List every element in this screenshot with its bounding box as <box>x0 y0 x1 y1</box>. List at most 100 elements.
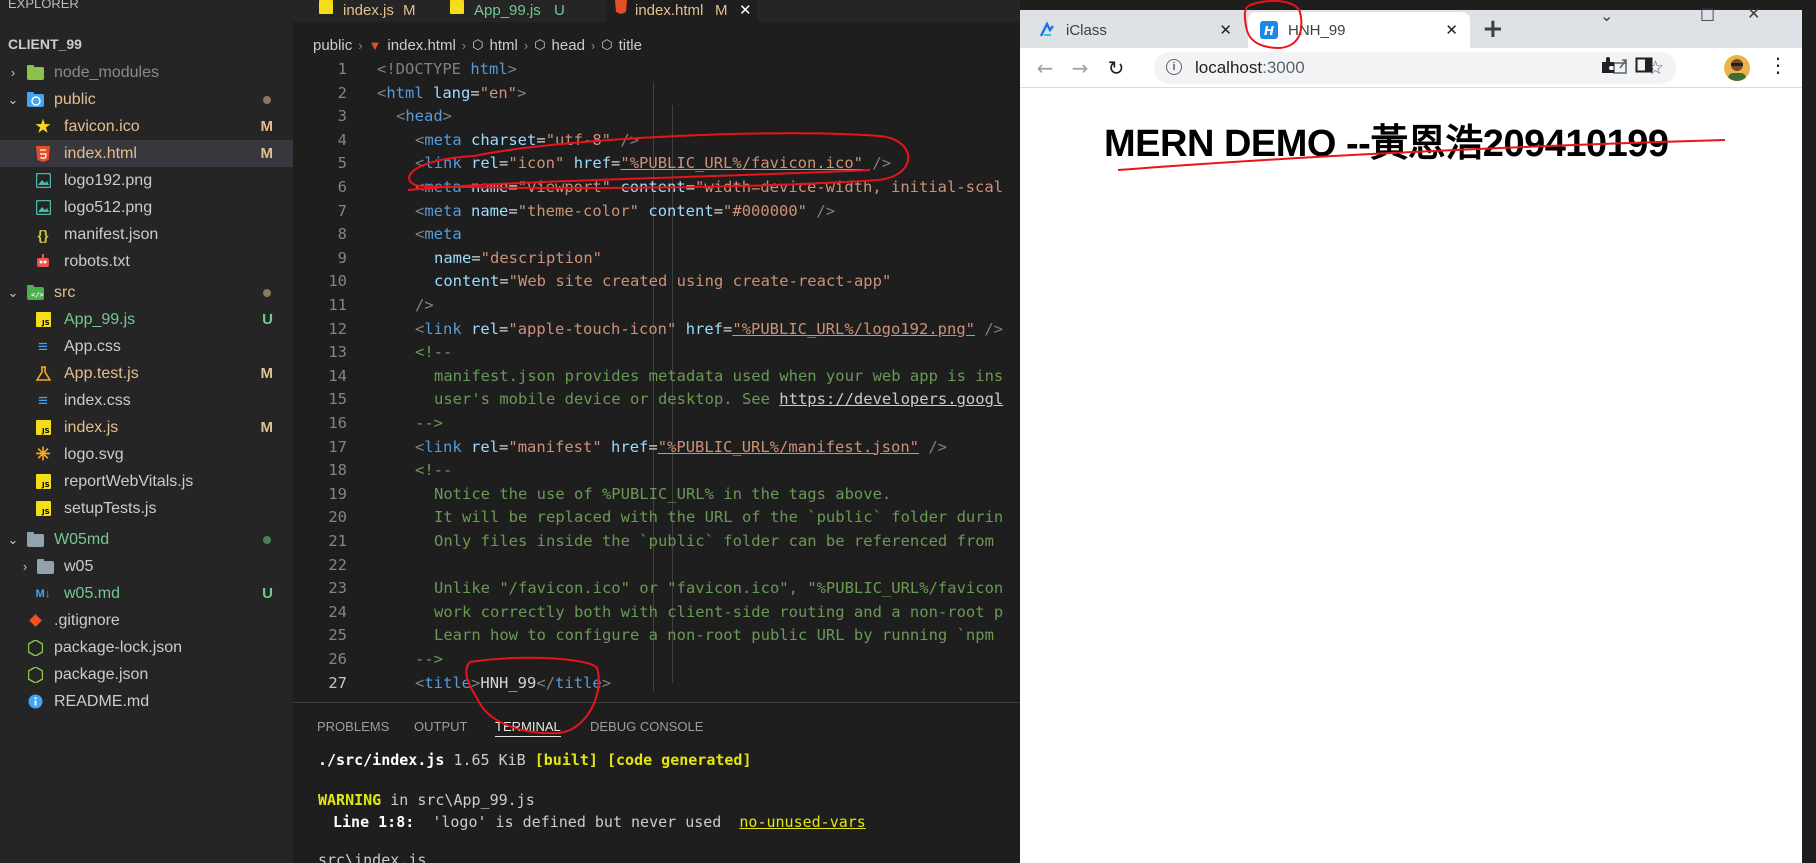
tree-folder-public[interactable]: ⌄ public <box>0 86 293 113</box>
code-token: <!-- <box>415 343 453 362</box>
address-url: localhost:3000 <box>1195 58 1305 78</box>
tree-item-label: .gitignore <box>54 611 120 629</box>
tree-file-index-js[interactable]: JS index.js M <box>0 414 293 441</box>
breadcrumb-item[interactable]: index.html <box>387 37 455 54</box>
breadcrumb-item[interactable]: title <box>619 37 642 54</box>
tree-file-index-html[interactable]: index.html M <box>0 140 293 167</box>
breadcrumb-item[interactable]: public <box>313 37 352 54</box>
tree-file-logo512[interactable]: logo512.png <box>0 194 293 221</box>
tree-folder-node-modules[interactable]: › node_modules <box>0 59 293 86</box>
side-panel-icon[interactable] <box>1635 56 1653 79</box>
new-tab-plus-icon[interactable]: + <box>1482 14 1504 44</box>
code-token: content <box>434 272 500 291</box>
terminal-token: WARNING <box>318 791 382 809</box>
code-line: 2 <html lang="en"> <box>293 82 1020 106</box>
tree-file-robots[interactable]: robots.txt <box>0 248 293 275</box>
close-icon[interactable]: ✕ <box>1219 21 1232 39</box>
tree-file-report-web-vitals[interactable]: JS reportWebVitals.js <box>0 468 293 495</box>
code-link[interactable]: https://developers.googl <box>779 390 1003 408</box>
git-badge: U <box>262 585 273 602</box>
tree-file-logo-svg[interactable]: ✳ logo.svg <box>0 441 293 468</box>
editor-tab-index-js[interactable]: index.js M <box>303 0 433 22</box>
breadcrumb-item[interactable]: head <box>552 37 585 54</box>
tree-item-label: public <box>54 90 96 108</box>
js-file-icon: JS <box>34 311 52 329</box>
forward-arrow-icon[interactable]: → <box>1068 56 1092 80</box>
editor-tab-app99[interactable]: App_99.js U <box>434 0 574 22</box>
code-editor[interactable]: 1 <!DOCTYPE html> 2 <html lang="en"> 3 <hea… <box>293 58 1020 698</box>
tree-folder-src[interactable]: ⌄ </> src <box>0 279 293 306</box>
js-file-icon: JS <box>34 419 52 437</box>
panel-tab-output[interactable]: OUTPUT <box>414 719 467 734</box>
address-bar[interactable]: i localhost:3000 ☆ <box>1154 52 1676 84</box>
tree-file-gitignore[interactable]: .gitignore <box>0 607 293 634</box>
close-window-icon[interactable]: ✕ <box>1747 4 1760 23</box>
tree-file-w05-md[interactable]: M↓ w05.md U <box>0 580 293 607</box>
code-line: 11 /> <box>293 294 1020 318</box>
kebab-menu-icon[interactable]: ⋮ <box>1768 53 1788 77</box>
chevron-down-icon[interactable]: ⌄ <box>1600 6 1613 25</box>
code-token: /> <box>975 319 1003 338</box>
browser-tab-iclass[interactable]: iClass ✕ <box>1026 12 1244 48</box>
git-badge: M <box>260 419 274 436</box>
code-line: 21 Only files inside the `public` folder … <box>293 530 1020 554</box>
browser-tab-hnh99[interactable]: H HNH_99 ✕ <box>1248 12 1470 48</box>
code-token: content <box>620 178 686 196</box>
code-token: rel <box>471 319 500 338</box>
git-badge: M <box>260 145 274 162</box>
url-port: :3000 <box>1262 58 1305 77</box>
panel-tab-problems[interactable]: PROBLEMS <box>317 719 389 734</box>
browser-toolbar: ← → ↻ i localhost:3000 ☆ ⋮ <box>1020 48 1802 88</box>
code-token: rel <box>471 154 500 173</box>
tree-file-package-lock[interactable]: package-lock.json <box>0 634 293 661</box>
tree-item-label: node_modules <box>54 63 159 81</box>
tree-file-readme[interactable]: README.md <box>0 688 293 715</box>
close-icon[interactable]: ✕ <box>1445 21 1458 39</box>
code-token: meta <box>424 201 462 220</box>
code-line: 25 Learn how to configure a non-root publ… <box>293 624 1020 648</box>
code-token: <!-- <box>415 461 453 480</box>
tree-file-setup-tests[interactable]: JS setupTests.js <box>0 495 293 522</box>
reload-icon[interactable]: ↻ <box>1104 56 1128 80</box>
code-token: /> <box>415 296 434 314</box>
tree-folder-w05md[interactable]: ⌄ W05md <box>0 526 293 553</box>
close-icon[interactable]: ✕ <box>739 1 752 19</box>
terminal-link[interactable]: no-unused-vars <box>739 813 865 831</box>
code-token: "%PUBLIC_URL%/favicon.ico" <box>620 154 864 173</box>
tree-file-app-test[interactable]: App.test.js M <box>0 360 293 387</box>
code-token: title <box>555 673 602 692</box>
tree-item-label: App.css <box>64 337 121 355</box>
tree-folder-w05[interactable]: › w05 <box>0 553 293 580</box>
explorer-header: EXPLORER <box>8 0 79 11</box>
svg-text:JS: JS <box>41 427 50 435</box>
tree-file-favicon[interactable]: ★ favicon.ico M <box>0 113 293 140</box>
panel-tab-terminal[interactable]: TERMINAL <box>495 719 561 737</box>
terminal-token: in src\App_99.js <box>381 791 535 809</box>
tree-file-index-css[interactable]: ≡ index.css <box>0 387 293 414</box>
line-number: 22 <box>328 555 347 574</box>
tree-file-app99[interactable]: JS App_99.js U <box>0 306 293 333</box>
explorer-project-title[interactable]: CLIENT_99 <box>8 36 82 52</box>
maximize-icon[interactable]: □ <box>1700 4 1715 23</box>
code-token: "width=device-width, initial-scal <box>695 178 1003 196</box>
tree-file-package-json[interactable]: package.json <box>0 661 293 688</box>
back-arrow-icon[interactable]: ← <box>1033 56 1057 80</box>
code-line: 7 <meta name="theme-color" content="#0000… <box>293 200 1020 224</box>
tree-file-logo192[interactable]: logo192.png <box>0 167 293 194</box>
code-line: 20 It will be replaced with the URL of th… <box>293 506 1020 530</box>
panel-tab-debug-console[interactable]: DEBUG CONSOLE <box>590 719 703 734</box>
profile-avatar[interactable] <box>1724 55 1750 81</box>
code-token: name <box>471 201 509 220</box>
code-line: 24 work correctly both with client-side r… <box>293 601 1020 625</box>
code-token: rel <box>471 437 500 456</box>
extensions-puzzle-icon[interactable] <box>1600 56 1618 79</box>
tree-file-app-css[interactable]: ≡ App.css <box>0 333 293 360</box>
breadcrumb-item[interactable]: html <box>490 37 518 54</box>
untracked-dot <box>263 535 271 544</box>
info-icon[interactable]: i <box>1166 59 1182 75</box>
line-number: 15 <box>328 390 347 409</box>
markdown-icon: M↓ <box>35 587 51 600</box>
tree-file-manifest[interactable]: {} manifest.json <box>0 221 293 248</box>
line-number: 1 <box>337 60 347 78</box>
editor-tab-index-html[interactable]: index.html M ✕ <box>607 0 757 22</box>
